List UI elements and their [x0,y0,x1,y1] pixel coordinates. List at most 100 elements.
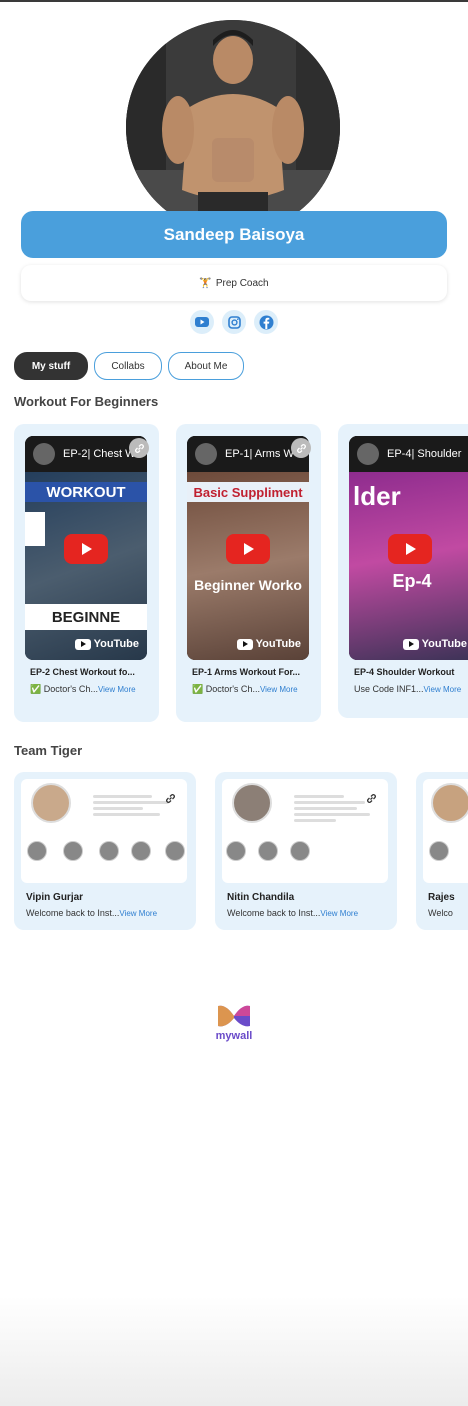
top-border [0,0,468,2]
video-title: EP-4 Shoulder Workout [354,667,455,677]
highlight-icon [290,841,310,861]
link-icon[interactable] [160,788,180,808]
view-more-link[interactable]: View More [260,685,298,694]
bottom-fade [0,1296,468,1406]
link-icon[interactable] [291,438,311,458]
team-card[interactable]: Rajes Welco [416,772,468,930]
profile-role-box: 🏋️ Prep Coach [21,265,447,301]
profile-photo [126,20,340,234]
video-header-title: EP-1| Arms W [225,448,294,460]
youtube-watermark: YouTube [236,638,301,650]
video-card[interactable]: EP-2| Chest W WORKOUT BEGINNE YouTube EP… [14,424,159,722]
video-artwork: Basic Suppliment Beginner Worko YouTube [187,472,309,660]
highlight-icon [226,841,246,861]
channel-avatar [195,443,217,465]
channel-avatar [33,443,55,465]
video-banner-text: lder [353,480,401,511]
profile-tabs: My stuff Collabs About Me [14,352,244,380]
youtube-logo-icon [74,638,91,650]
video-thumbnail[interactable]: EP-4| Shoulder lder Ep-4 YouTube [349,436,468,660]
team-description-text: Welcome back to Inst... [227,908,321,918]
team-description-text: Welcome back to Inst... [26,908,120,918]
youtube-icon[interactable] [190,310,214,334]
tab-collabs[interactable]: Collabs [94,352,162,380]
view-more-link[interactable]: View More [320,909,358,918]
team-description-text: Welco [428,908,453,918]
profile-role: Prep Coach [215,277,269,289]
link-icon[interactable] [129,438,149,458]
section-title-workout: Workout For Beginners [14,394,159,409]
video-header-title: EP-2| Chest W [63,448,136,460]
play-icon[interactable] [64,534,108,564]
highlight-icon [63,841,83,861]
highlight-icon [165,841,185,861]
highlight-icon [27,841,47,861]
role-emoji-icon: 🏋️ [199,277,212,289]
video-banner-text: WORKOUT [25,482,147,502]
video-banner-text: Basic Suppliment [187,482,309,502]
team-row: Vipin Gurjar Welcome back to Inst...View… [14,772,468,932]
video-description-text: Use Code INF1... [354,684,424,694]
highlight-icon [429,841,449,861]
tab-my-stuff[interactable]: My stuff [14,352,88,380]
highlight-icon [258,841,278,861]
video-description: ✅ Doctor's Ch...View More [30,683,148,696]
video-description-text: ✅ Doctor's Ch... [30,684,98,694]
youtube-logo-icon [236,638,253,650]
view-more-link[interactable]: View More [119,909,157,918]
youtube-label: YouTube [421,638,467,650]
video-side-label [25,512,45,546]
profile-avatar [126,20,340,234]
team-member-name: Vipin Gurjar [26,892,84,903]
video-card[interactable]: EP-1| Arms W Basic Suppliment Beginner W… [176,424,321,722]
team-avatar [31,783,71,823]
team-avatar [232,783,272,823]
video-lower-text: BEGINNE [25,604,147,630]
team-member-description: Welcome back to Inst...View More [26,908,194,918]
team-member-description: Welcome back to Inst...View More [227,908,395,918]
team-avatar [431,783,468,823]
workout-video-row: EP-2| Chest W WORKOUT BEGINNE YouTube EP… [14,424,468,724]
team-member-name: Rajes [428,892,455,903]
link-icon[interactable] [361,788,381,808]
video-card[interactable]: EP-4| Shoulder lder Ep-4 YouTube EP-4 Sh… [338,424,468,718]
section-title-team: Team Tiger [14,743,83,758]
video-title: EP-1 Arms Workout For... [192,667,301,677]
youtube-logo-icon [402,638,419,650]
video-artwork: lder Ep-4 YouTube [349,472,468,660]
video-thumbnail[interactable]: EP-1| Arms W Basic Suppliment Beginner W… [187,436,309,660]
video-header: EP-1| Arms W [187,436,309,472]
team-card[interactable]: Vipin Gurjar Welcome back to Inst...View… [14,772,196,930]
video-artwork: WORKOUT BEGINNE YouTube [25,472,147,660]
youtube-watermark: YouTube [402,638,467,650]
highlight-icon [131,841,151,861]
team-member-name: Nitin Chandila [227,892,295,903]
profile-name-bar: Sandeep Baisoya [21,211,447,258]
team-member-description: Welco [428,908,468,918]
play-icon[interactable] [226,534,270,564]
video-title: EP-2 Chest Workout fo... [30,667,135,677]
channel-avatar [357,443,379,465]
youtube-label: YouTube [93,638,139,650]
video-header: EP-2| Chest W [25,436,147,472]
instagram-profile-preview [423,779,468,883]
video-lower-text: Beginner Worko [194,577,302,593]
video-description-text: ✅ Doctor's Ch... [192,684,260,694]
video-description: ✅ Doctor's Ch...View More [192,683,310,696]
video-thumbnail[interactable]: EP-2| Chest W WORKOUT BEGINNE YouTube [25,436,147,660]
facebook-icon[interactable] [254,310,278,334]
tab-about-me[interactable]: About Me [168,352,244,380]
highlight-icon [99,841,119,861]
view-more-link[interactable]: View More [98,685,136,694]
video-lower-text: Ep-4 [392,570,432,591]
play-icon[interactable] [388,534,432,564]
youtube-watermark: YouTube [74,638,139,650]
profile-name: Sandeep Baisoya [163,224,305,244]
youtube-label: YouTube [255,638,301,650]
social-links [0,310,468,334]
view-more-link[interactable]: View More [424,685,462,694]
video-description: Use Code INF1...View More [354,683,468,696]
team-card[interactable]: Nitin Chandila Welcome back to Inst...Vi… [215,772,397,930]
instagram-icon[interactable] [222,310,246,334]
video-header-title: EP-4| Shoulder [387,448,462,460]
